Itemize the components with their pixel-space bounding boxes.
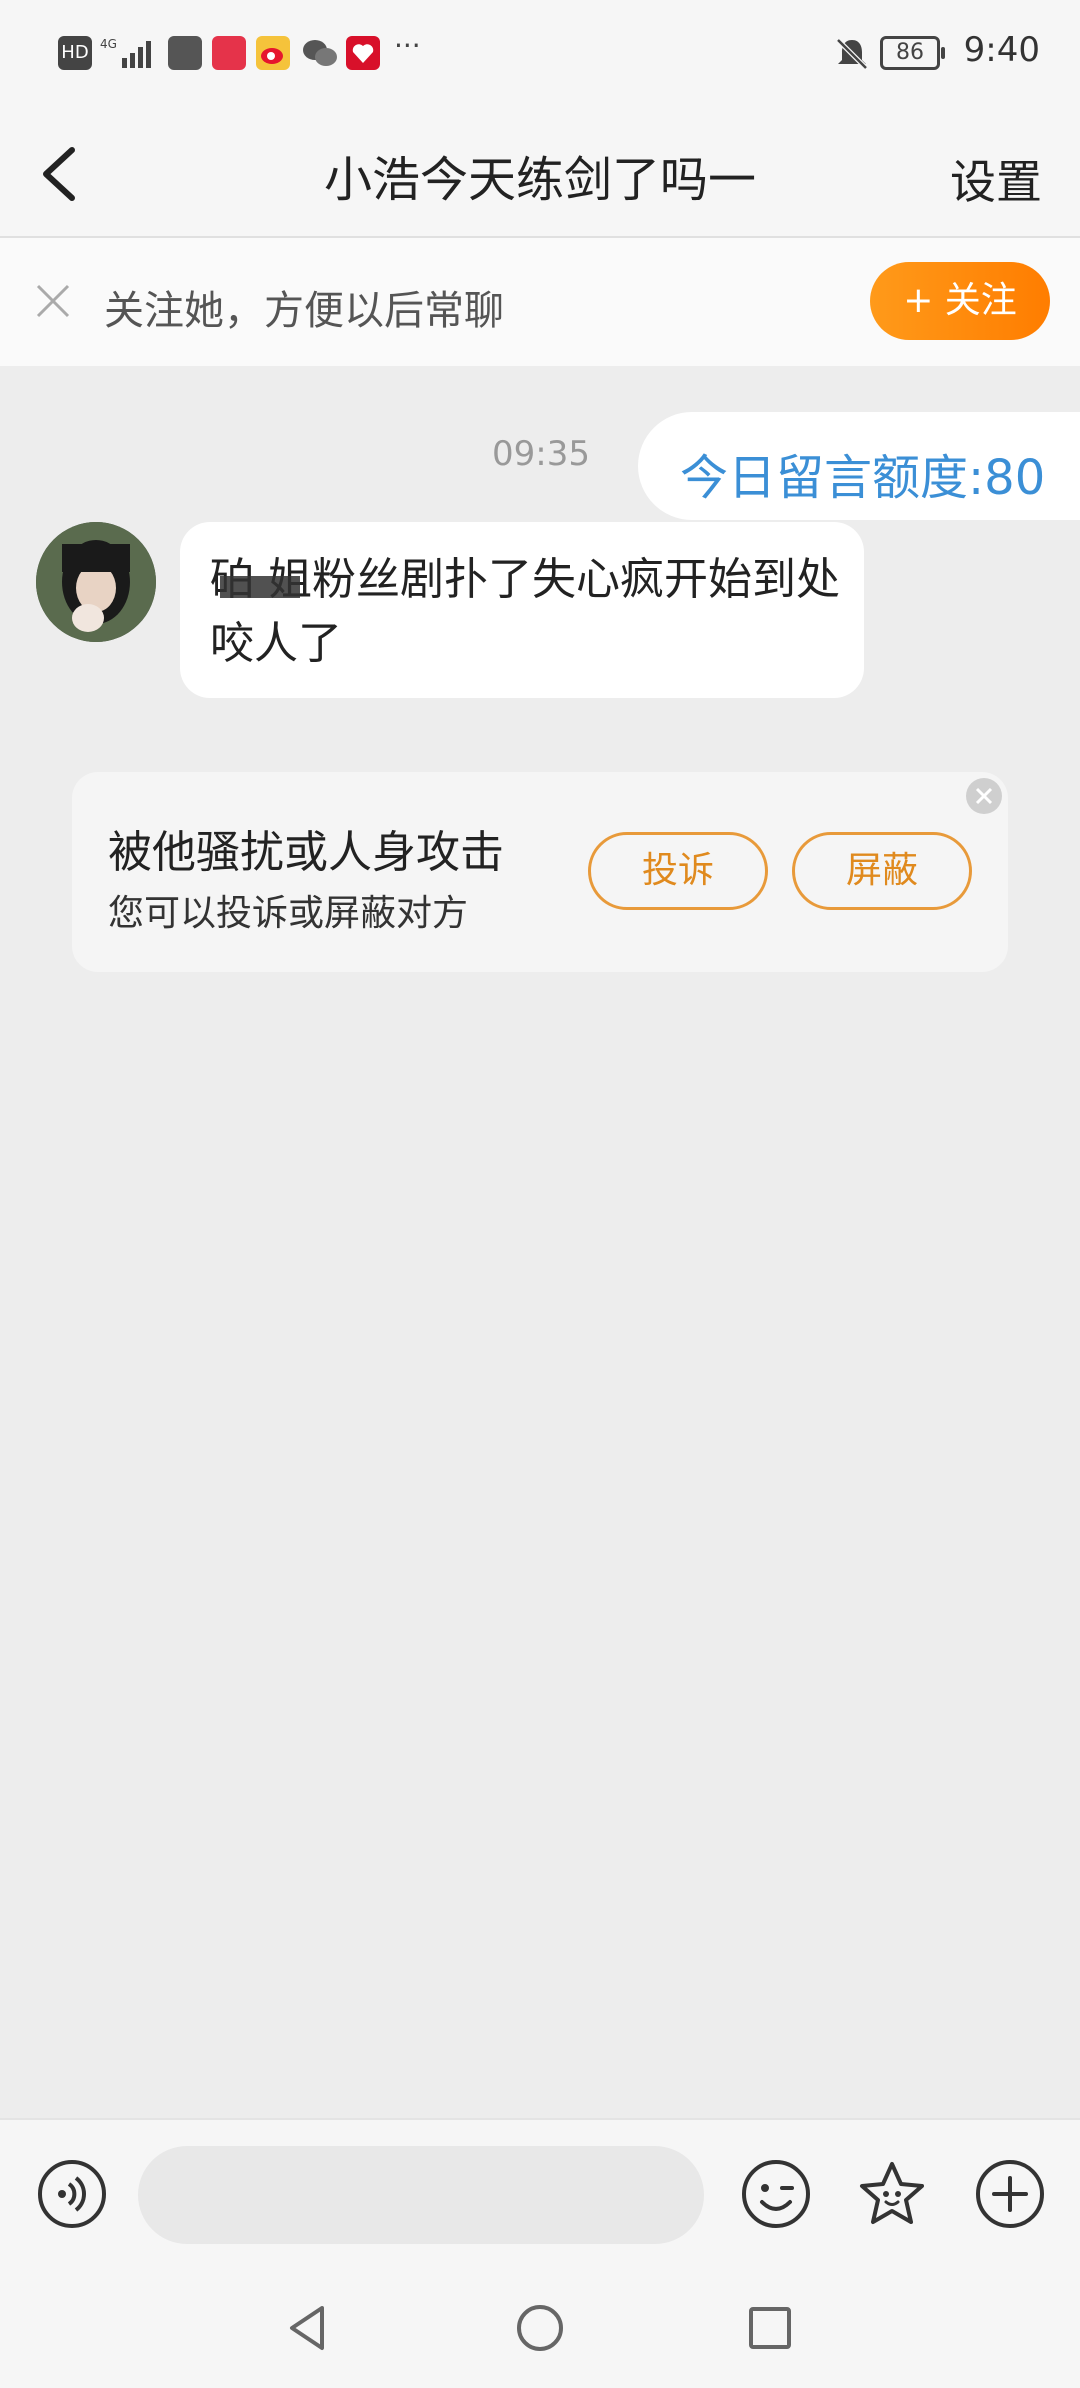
complain-button[interactable]: 投诉	[588, 832, 768, 910]
triangle-back-icon	[290, 2306, 324, 2350]
plus-icon	[976, 2160, 1044, 2228]
status-bar: HD 4G ··· 86 9:40	[0, 0, 1080, 110]
voice-input-button[interactable]	[36, 2158, 108, 2230]
weibo-icon	[256, 36, 290, 70]
system-recents-button[interactable]	[740, 2298, 800, 2358]
top-nav-bar: 小浩今天练剑了吗一 设置	[0, 110, 1080, 238]
redaction-mark	[220, 576, 300, 598]
star-face-icon	[860, 2162, 924, 2224]
message-input-bar	[0, 2118, 1080, 2272]
report-card-subtitle: 您可以投诉或屏蔽对方	[108, 893, 469, 934]
mute-bell-icon	[832, 36, 872, 70]
wechat-icon	[300, 36, 340, 70]
hd-icon: HD	[58, 36, 92, 70]
system-navigation-bar	[0, 2270, 1080, 2388]
more-options-button[interactable]	[974, 2158, 1046, 2230]
message-text: 砶 姐粉丝剧扑了失心疯开始到处咬人了	[210, 554, 840, 669]
battery-indicator: 86	[880, 36, 945, 70]
status-time: 9:40	[963, 30, 1040, 70]
received-message-bubble[interactable]: 砶 姐粉丝剧扑了失心疯开始到处咬人了	[180, 522, 864, 698]
network-type: 4G	[100, 37, 117, 51]
message-timestamp: 09:35	[492, 434, 590, 474]
settings-button[interactable]: 设置	[950, 146, 1042, 212]
banner-close-button[interactable]	[30, 278, 76, 324]
page-title: 小浩今天练剑了吗一	[323, 152, 756, 208]
chevron-left-icon	[43, 147, 75, 201]
system-back-button[interactable]	[278, 2298, 338, 2358]
emoji-button[interactable]	[740, 2158, 812, 2230]
voice-icon	[38, 2160, 106, 2228]
heart-app-icon	[346, 36, 380, 70]
follow-button[interactable]: + 关注	[870, 262, 1050, 340]
report-card-close-button[interactable]	[966, 778, 1002, 814]
close-icon	[975, 787, 993, 805]
sticker-button[interactable]	[856, 2158, 928, 2230]
signal-icon: 4G	[100, 36, 160, 70]
more-notifications-icon: ···	[394, 29, 421, 62]
block-button[interactable]: 屏蔽	[792, 832, 972, 910]
circle-home-icon	[517, 2305, 563, 2351]
follow-banner: 关注她，方便以后常聊 + 关注	[0, 238, 1080, 366]
follow-prompt-text: 关注她，方便以后常聊	[104, 288, 504, 334]
message-quota-bubble: 今日留言额度:80	[638, 412, 1080, 520]
shopping-bag-icon	[168, 36, 202, 70]
xiaohongshu-icon	[212, 36, 246, 70]
close-icon	[36, 284, 70, 318]
message-quota-text: 今日留言额度:80	[680, 450, 1046, 506]
smiley-icon	[742, 2160, 810, 2228]
harassment-report-card: 被他骚扰或人身攻击 您可以投诉或屏蔽对方 投诉 屏蔽	[72, 772, 1008, 972]
report-card-title: 被他骚扰或人身攻击	[108, 827, 504, 878]
square-recents-icon	[749, 2307, 791, 2349]
back-button[interactable]	[28, 134, 108, 214]
message-input[interactable]	[138, 2146, 704, 2244]
avatar[interactable]	[36, 522, 156, 642]
system-home-button[interactable]	[510, 2298, 570, 2358]
